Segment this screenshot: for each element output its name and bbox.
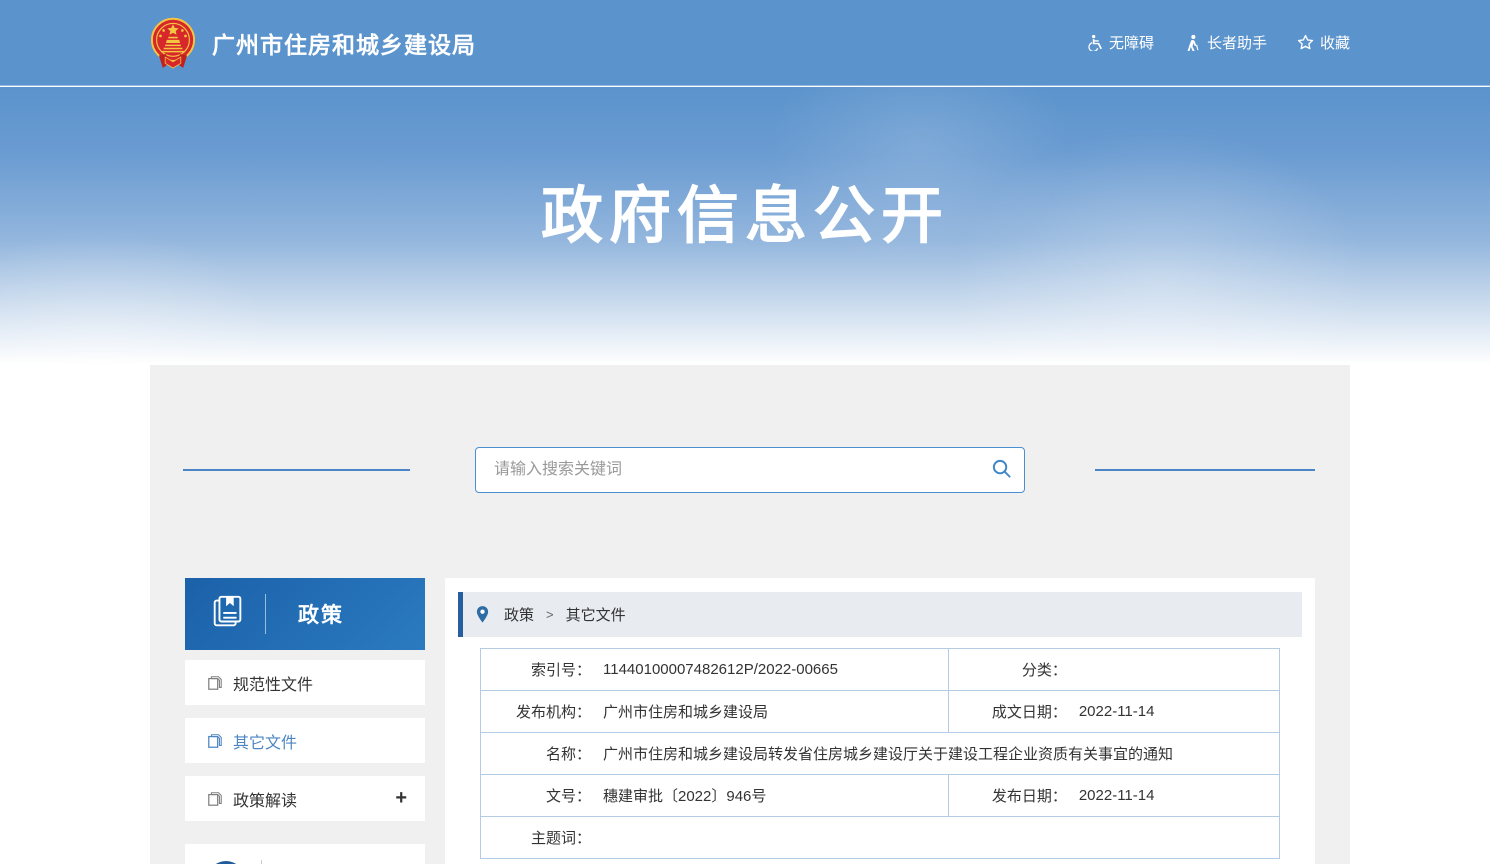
document-icon (207, 791, 223, 807)
search-input[interactable] (476, 450, 978, 490)
sidebar-item-normative-documents[interactable]: 规范性文件 (185, 660, 425, 705)
document-icon (207, 675, 223, 691)
sidebar-item-policy-interpretation[interactable]: 政策解读 + (185, 776, 425, 821)
breadcrumb-item-other-documents[interactable]: 其它文件 (566, 604, 626, 625)
national-emblem-logo (148, 16, 198, 70)
sidebar-item-label: 政策解读 (233, 787, 297, 811)
field-label: 名称： (481, 743, 591, 764)
elder-assistant-label: 长者助手 (1207, 32, 1267, 53)
sidebar-section-gov-info[interactable]: 政府信息 (185, 844, 425, 864)
sidebar-section-policy[interactable]: 政策 (185, 578, 425, 650)
sidebar: 政策 规范性文件 其它文件 (185, 578, 425, 864)
issuing-agency-cell: 发布机构： 广州市住房和城乡建设局 (481, 691, 948, 732)
breadcrumb-item-policy[interactable]: 政策 (504, 604, 534, 625)
field-value: 穗建审批〔2022〕946号 (603, 785, 776, 806)
breadcrumb-separator: > (546, 607, 554, 622)
sidebar-item-label: 其它文件 (233, 729, 297, 753)
field-label: 主题词： (481, 827, 591, 848)
breadcrumb: 政策 > 其它文件 (458, 592, 1302, 637)
sidebar-section-label: 政策 (298, 599, 344, 629)
topbar-links: 无障碍 长者助手 收藏 (1086, 32, 1350, 53)
field-value: 11440100007482612P/2022-00665 (603, 661, 848, 678)
field-label: 发布机构： (481, 701, 591, 722)
star-icon (1297, 34, 1314, 51)
table-row: 主题词： (481, 817, 1279, 859)
document-name-cell: 名称： 广州市住房和城乡建设局转发省住房城乡建设厅关于建设工程企业资质有关事宜的… (481, 733, 1279, 774)
index-number-cell: 索引号： 11440100007482612P/2022-00665 (481, 649, 948, 690)
site-brand[interactable]: 广州市住房和城乡建设局 (148, 16, 476, 70)
document-icon (207, 733, 223, 749)
issue-date-cell: 成文日期： 2022-11-14 (948, 691, 1279, 732)
field-label: 分类： (949, 659, 1067, 680)
location-pin-icon (475, 605, 490, 624)
wheelchair-icon (1086, 34, 1103, 51)
main-panel: 政策 > 其它文件 索引号： 11440100007482612P/2022-0… (445, 578, 1315, 864)
banner: 政府信息公开 (0, 87, 1490, 365)
elder-assistant-link[interactable]: 长者助手 (1184, 32, 1267, 53)
expand-plus-icon[interactable]: + (395, 787, 407, 810)
content-panel: 政策 规范性文件 其它文件 (150, 365, 1350, 864)
favorite-link[interactable]: 收藏 (1297, 32, 1350, 53)
decorative-line-right (1095, 469, 1315, 471)
field-label: 索引号： (481, 659, 591, 680)
document-number-cell: 文号： 穗建审批〔2022〕946号 (481, 775, 948, 816)
table-row: 名称： 广州市住房和城乡建设局转发省住房城乡建设厅关于建设工程企业资质有关事宜的… (481, 733, 1279, 775)
policy-book-icon (209, 593, 247, 636)
table-row: 文号： 穗建审批〔2022〕946号 发布日期： 2022-11-14 (481, 775, 1279, 817)
sidebar-item-label: 规范性文件 (233, 671, 313, 695)
category-cell: 分类： (948, 649, 1279, 690)
keywords-cell: 主题词： (481, 817, 1279, 858)
document-detail-table: 索引号： 11440100007482612P/2022-00665 分类： 发… (480, 648, 1280, 859)
search-button[interactable] (978, 448, 1024, 492)
page-title: 政府信息公开 (0, 165, 1490, 255)
topbar: 广州市住房和城乡建设局 无障碍 长者助手 (0, 0, 1490, 86)
accessibility-link[interactable]: 无障碍 (1086, 32, 1154, 53)
field-label: 发布日期： (949, 785, 1067, 806)
table-row: 索引号： 11440100007482612P/2022-00665 分类： (481, 649, 1279, 691)
field-value: 2022-11-14 (1079, 787, 1165, 804)
search-bar (475, 447, 1025, 493)
accessibility-label: 无障碍 (1109, 32, 1154, 53)
search-icon (991, 458, 1012, 482)
table-row: 发布机构： 广州市住房和城乡建设局 成文日期： 2022-11-14 (481, 691, 1279, 733)
field-value: 广州市住房和城乡建设局转发省住房城乡建设厅关于建设工程企业资质有关事宜的通知 (603, 743, 1183, 764)
favorite-label: 收藏 (1320, 32, 1350, 53)
field-label: 成文日期： (949, 701, 1067, 722)
decorative-line-left (183, 469, 410, 471)
sidebar-item-other-documents[interactable]: 其它文件 (185, 718, 425, 763)
field-label: 文号： (481, 785, 591, 806)
site-title: 广州市住房和城乡建设局 (212, 26, 476, 60)
divider (261, 860, 262, 864)
divider (265, 594, 266, 634)
field-value: 2022-11-14 (1079, 703, 1165, 720)
elder-person-icon (1184, 34, 1201, 51)
publish-date-cell: 发布日期： 2022-11-14 (948, 775, 1279, 816)
field-value: 广州市住房和城乡建设局 (603, 701, 778, 722)
